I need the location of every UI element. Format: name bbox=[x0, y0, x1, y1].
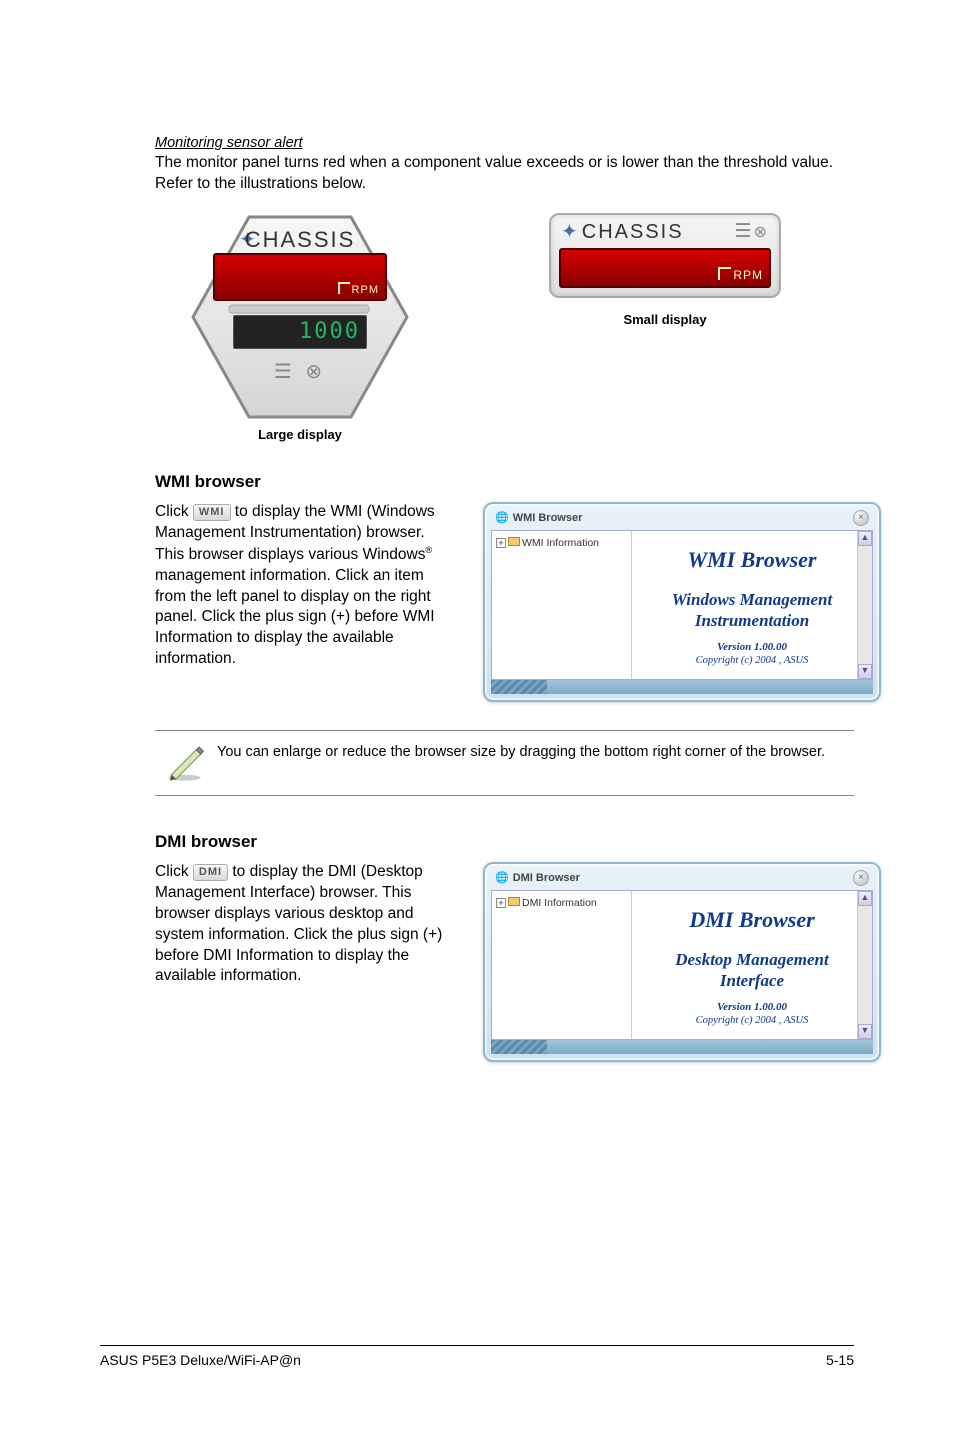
large-display-column: ✦ CHASSIS RPM 1000 ☰ ⊗ Large display bbox=[155, 213, 445, 442]
wmi-browser-window: 🌐 WMI Browser × + WMI Information ▲ ▼ bbox=[483, 502, 881, 702]
dmi-browser-window: 🌐 DMI Browser × + DMI Information ▲ ▼ bbox=[483, 862, 881, 1062]
scroll-up-icon[interactable]: ▲ bbox=[858, 891, 872, 906]
alert-body: The monitor panel turns red when a compo… bbox=[155, 153, 854, 195]
wmi-tree-panel[interactable]: + WMI Information bbox=[492, 531, 632, 679]
dmi-copyright: Copyright (c) 2004 , ASUS bbox=[642, 1015, 862, 1026]
wmi-content-title: WMI Browser bbox=[642, 547, 862, 573]
small-top-icons: ☰⊗ bbox=[735, 220, 769, 243]
small-chassis-label: ✦CHASSIS bbox=[561, 219, 684, 244]
scrollbar[interactable]: ▲ ▼ bbox=[857, 891, 872, 1039]
list-toggle-icon: ☰ bbox=[735, 221, 754, 242]
small-display-column: ✦CHASSIS ☰⊗ RPM Small display bbox=[515, 213, 815, 442]
large-rpm-label: RPM bbox=[338, 282, 379, 296]
window-footer-bar bbox=[491, 1040, 873, 1054]
resize-grip-icon[interactable] bbox=[491, 680, 547, 694]
tree-expand-icon[interactable]: + bbox=[496, 538, 506, 548]
footer-right: 5-15 bbox=[826, 1352, 854, 1368]
dmi-content-title: DMI Browser bbox=[642, 907, 862, 933]
large-bottom-icons: ☰ ⊗ bbox=[189, 359, 411, 384]
wmi-window-title: 🌐 WMI Browser bbox=[495, 511, 582, 524]
note-text: You can enlarge or reduce the browser si… bbox=[217, 741, 854, 785]
wmi-content-sub2: Instrumentation bbox=[642, 610, 862, 631]
close-icon[interactable]: × bbox=[853, 870, 869, 886]
large-display-caption: Large display bbox=[155, 427, 445, 442]
scroll-down-icon[interactable]: ▼ bbox=[858, 664, 872, 679]
resize-grip-icon[interactable] bbox=[491, 1040, 547, 1054]
pencil-note-icon bbox=[164, 741, 208, 785]
wmi-paragraph: Click WMI to display the WMI (Windows Ma… bbox=[155, 502, 455, 702]
dmi-tree-panel[interactable]: + DMI Information bbox=[492, 891, 632, 1039]
wmi-heading: WMI browser bbox=[155, 472, 854, 492]
small-chassis-panel: ✦CHASSIS ☰⊗ RPM bbox=[549, 213, 781, 298]
scroll-down-icon[interactable]: ▼ bbox=[858, 1024, 872, 1039]
folder-icon bbox=[508, 537, 520, 546]
dmi-heading: DMI browser bbox=[155, 832, 854, 852]
wmi-content-sub1: Windows Management bbox=[642, 589, 862, 610]
window-footer-bar bbox=[491, 680, 873, 694]
wmi-copyright: Copyright (c) 2004 , ASUS bbox=[642, 655, 862, 666]
small-display-caption: Small display bbox=[515, 312, 815, 327]
scroll-up-icon[interactable]: ▲ bbox=[858, 531, 872, 546]
note-callout: You can enlarge or reduce the browser si… bbox=[155, 730, 854, 796]
list-toggle-icon: ☰ bbox=[274, 361, 296, 383]
large-red-readout: RPM bbox=[213, 253, 387, 301]
dmi-content-sub2: Interface bbox=[642, 970, 862, 991]
tree-expand-icon[interactable]: + bbox=[496, 898, 506, 908]
dmi-content-panel: ▲ ▼ DMI Browser Desktop Management Inter… bbox=[632, 891, 872, 1039]
footer-left: ASUS P5E3 Deluxe/WiFi-AP@n bbox=[100, 1352, 301, 1368]
alert-heading: Monitoring sensor alert bbox=[155, 135, 854, 151]
dmi-window-title: 🌐 DMI Browser bbox=[495, 871, 580, 884]
large-chassis-label: CHASSIS bbox=[189, 227, 411, 253]
dmi-badge[interactable]: DMI bbox=[193, 864, 228, 881]
small-red-readout: RPM bbox=[559, 248, 771, 288]
globe-icon: 🌐 bbox=[495, 871, 509, 884]
close-circle-icon: ⊗ bbox=[754, 224, 769, 241]
wmi-version: Version 1.00.00 bbox=[642, 641, 862, 653]
wmi-badge[interactable]: WMI bbox=[193, 504, 231, 521]
page-footer: ASUS P5E3 Deluxe/WiFi-AP@n 5-15 bbox=[100, 1345, 854, 1368]
registered-symbol: ® bbox=[425, 545, 432, 555]
wmi-tree-item[interactable]: WMI Information bbox=[522, 537, 599, 549]
scrollbar[interactable]: ▲ ▼ bbox=[857, 531, 872, 679]
dmi-version: Version 1.00.00 bbox=[642, 1001, 862, 1013]
close-icon[interactable]: × bbox=[853, 510, 869, 526]
dmi-tree-item[interactable]: DMI Information bbox=[522, 897, 597, 909]
dmi-paragraph: Click DMI to display the DMI (Desktop Ma… bbox=[155, 862, 455, 1062]
dmi-content-sub1: Desktop Management bbox=[642, 949, 862, 970]
close-circle-icon: ⊗ bbox=[305, 361, 326, 383]
star-icon: ✦ bbox=[561, 221, 580, 243]
folder-icon bbox=[508, 897, 520, 906]
wmi-content-panel: ▲ ▼ WMI Browser Windows Management Instr… bbox=[632, 531, 872, 679]
globe-icon: 🌐 bbox=[495, 511, 509, 524]
display-examples-row: ✦ CHASSIS RPM 1000 ☰ ⊗ Large display ✦CH… bbox=[155, 213, 854, 442]
large-dark-readout: 1000 bbox=[233, 315, 367, 349]
small-rpm-label: RPM bbox=[718, 267, 763, 282]
large-chassis-panel: ✦ CHASSIS RPM 1000 ☰ ⊗ bbox=[189, 213, 411, 421]
